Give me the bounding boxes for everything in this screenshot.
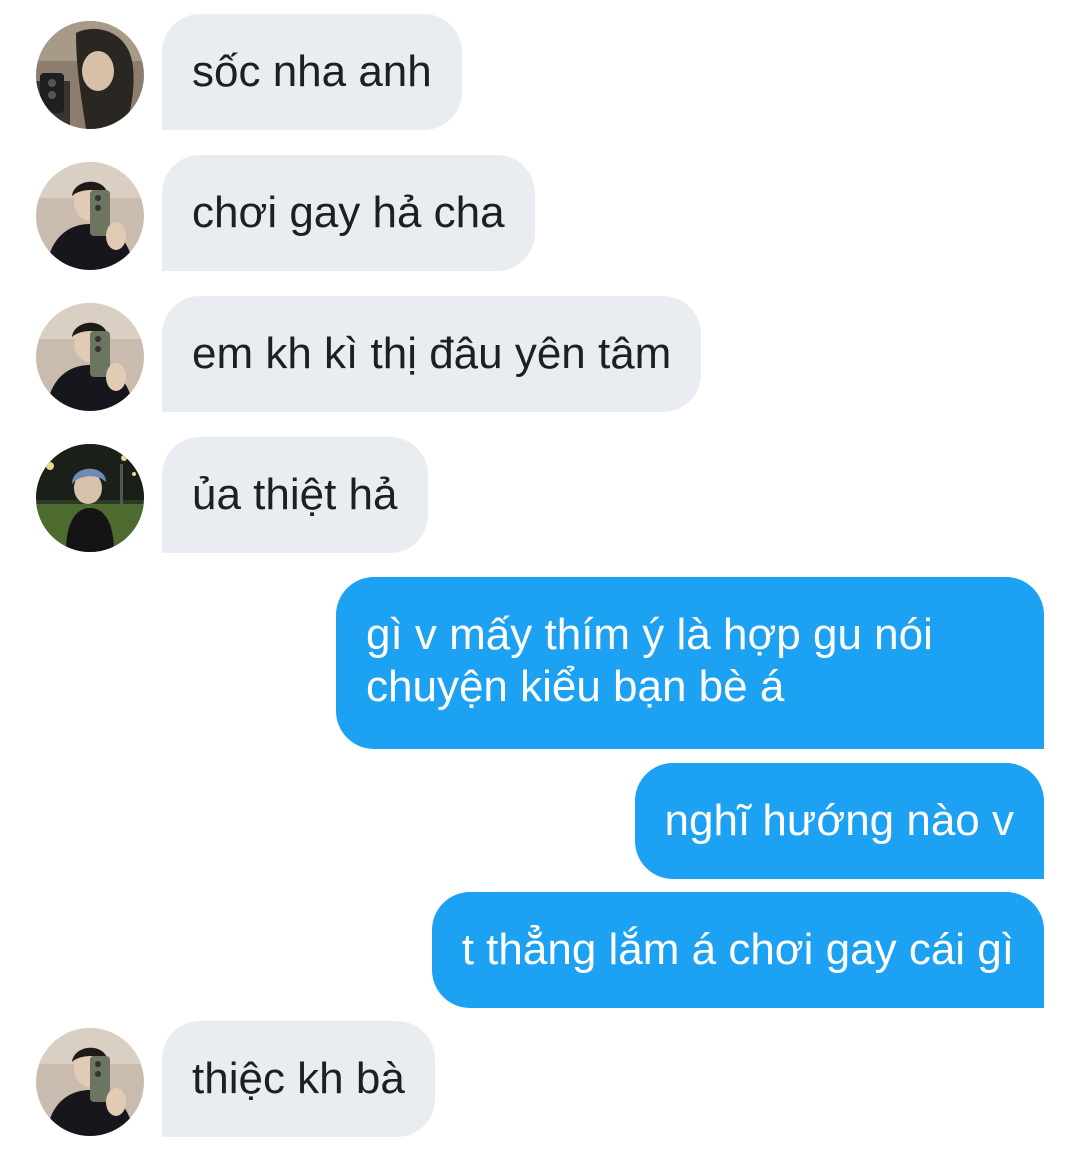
avatar-photo-icon [36,444,144,552]
avatar-photo-icon [36,162,144,270]
message-row: nghĩ hướng nào v [0,763,1080,879]
outgoing-message-bubble[interactable]: t thẳng lắm á chơi gay cái gì [431,892,1044,1008]
sender-avatar[interactable] [36,303,144,411]
message-text: nghĩ hướng nào v [664,796,1014,845]
message-text: chơi gay hả cha [192,188,505,237]
message-row: gì v mấy thím ý là hợp gu nói chuyện kiể… [0,577,1080,749]
avatar-photo-icon [36,21,144,129]
message-text: sốc nha anh [192,47,432,96]
sender-avatar[interactable] [36,444,144,552]
conversation-thread: sốc nha anh chơi gay hả cha em kh kì thị… [0,0,1080,1154]
incoming-message-bubble[interactable]: sốc nha anh [162,14,462,130]
avatar-photo-icon [36,303,144,411]
incoming-message-bubble[interactable]: thiệc kh bà [162,1021,435,1137]
message-row: chơi gay hả cha [0,155,1080,271]
message-row: ủa thiệt hả [0,437,1080,553]
sender-avatar[interactable] [36,162,144,270]
outgoing-message-bubble[interactable]: gì v mấy thím ý là hợp gu nói chuyện kiể… [336,577,1044,749]
message-text: gì v mấy thím ý là hợp gu nói chuyện kiể… [366,610,933,711]
message-row: t thẳng lắm á chơi gay cái gì [0,892,1080,1008]
message-row: sốc nha anh [0,14,1080,130]
message-text: t thẳng lắm á chơi gay cái gì [461,925,1014,974]
avatar-photo-icon [36,1028,144,1136]
sender-avatar[interactable] [36,21,144,129]
incoming-message-bubble[interactable]: em kh kì thị đâu yên tâm [162,296,702,412]
incoming-message-bubble[interactable]: chơi gay hả cha [162,155,535,271]
message-text: ủa thiệt hả [192,470,398,519]
sender-avatar[interactable] [36,1028,144,1136]
message-row: em kh kì thị đâu yên tâm [0,296,1080,412]
outgoing-message-bubble[interactable]: nghĩ hướng nào v [634,763,1044,879]
message-text: thiệc kh bà [192,1054,405,1103]
message-text: em kh kì thị đâu yên tâm [192,329,672,378]
message-row: thiệc kh bà [0,1021,1080,1137]
incoming-message-bubble[interactable]: ủa thiệt hả [162,437,428,553]
